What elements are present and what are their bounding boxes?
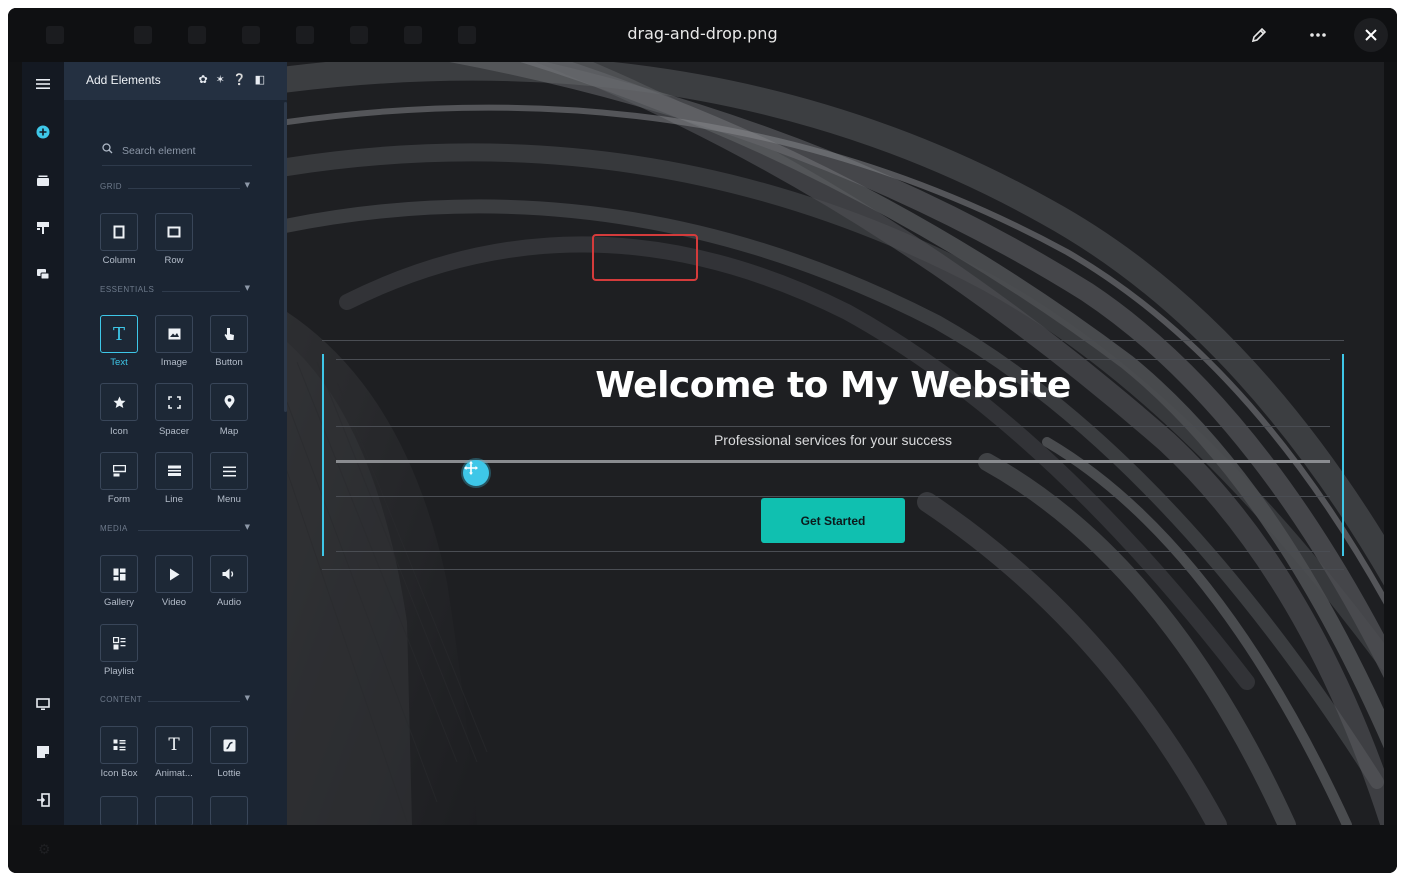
- search-input[interactable]: [122, 142, 250, 160]
- caret-down-icon: ▼: [244, 523, 250, 531]
- tile-label: Map: [219, 426, 239, 437]
- panel-toggle-icon[interactable]: ◧: [255, 73, 265, 86]
- tile-label: Animat...: [155, 768, 193, 779]
- tile-label: Row: [164, 255, 184, 266]
- hero-headline[interactable]: Welcome to My Website: [287, 365, 1379, 406]
- menu-icon[interactable]: [210, 452, 248, 490]
- get-started-button[interactable]: Get Started: [761, 498, 905, 543]
- panel-header: Add Elements ✿ ✶ ❔ ◧: [64, 62, 287, 100]
- section-essentials[interactable]: ESSENTIALS ▼: [100, 284, 250, 297]
- exit-icon[interactable]: [33, 790, 53, 810]
- tile-label: Form: [107, 494, 131, 505]
- gallery-icon[interactable]: [100, 555, 138, 593]
- map-pin-icon[interactable]: [210, 383, 248, 421]
- divider: [138, 530, 240, 531]
- section-label: CONTENT: [100, 695, 143, 704]
- add-circle-icon[interactable]: [33, 122, 53, 142]
- layers-icon[interactable]: [33, 170, 53, 190]
- caret-down-icon: ▼: [244, 694, 250, 702]
- image-icon[interactable]: [155, 315, 193, 353]
- tile-label: Playlist: [103, 666, 135, 677]
- divider: [148, 701, 240, 702]
- drop-target-highlight: [592, 234, 698, 281]
- file-title: drag-and-drop.png: [627, 24, 778, 43]
- ellipsis-icon[interactable]: [1304, 21, 1332, 49]
- pencil-icon[interactable]: [1245, 21, 1273, 49]
- tile-label: Menu: [217, 494, 241, 505]
- lottie-icon[interactable]: [210, 726, 248, 764]
- tile-label: Text: [110, 357, 128, 368]
- paint-icon[interactable]: [33, 218, 53, 238]
- star-icon[interactable]: [100, 383, 138, 421]
- tile-label: Gallery: [103, 597, 135, 608]
- ghost-icon: ⚙: [38, 841, 51, 857]
- caret-down-icon: ▼: [244, 181, 250, 189]
- section-media[interactable]: MEDIA ▼: [100, 523, 250, 536]
- tile-label: Icon Box: [100, 768, 138, 779]
- guide-line: [336, 551, 1330, 552]
- guide-line: [336, 359, 1330, 360]
- section-label: GRID: [100, 182, 122, 191]
- tile-label: Icon: [110, 426, 128, 437]
- tile-label: Spacer: [158, 426, 190, 437]
- help-icon[interactable]: ❔: [233, 73, 247, 86]
- close-button[interactable]: [1354, 18, 1388, 52]
- panel-title: Add Elements: [86, 73, 161, 87]
- play-icon[interactable]: [155, 555, 193, 593]
- guide-line: [336, 496, 1330, 497]
- guide-line: [336, 426, 1330, 427]
- divider: [128, 188, 240, 189]
- close-icon: [1365, 29, 1377, 41]
- column-icon[interactable]: [100, 213, 138, 251]
- search-icon: [102, 143, 113, 157]
- speaker-icon[interactable]: [210, 555, 248, 593]
- section-content[interactable]: CONTENT ▼: [100, 694, 250, 707]
- unpin-icon[interactable]: ✿: [198, 73, 207, 86]
- hero-subheading[interactable]: Professional services for your success: [287, 432, 1379, 448]
- comments-icon[interactable]: [33, 265, 53, 285]
- playlist-icon[interactable]: [100, 624, 138, 662]
- tile-label: Line: [165, 494, 183, 505]
- editor-app: Add Elements ✿ ✶ ❔ ◧ GRID ▼: [22, 62, 1384, 826]
- text-icon[interactable]: T: [100, 315, 138, 353]
- guide-line: [322, 340, 1344, 341]
- section-label: ESSENTIALS: [100, 285, 155, 294]
- section-label: MEDIA: [100, 524, 128, 533]
- icon-box-icon[interactable]: [100, 726, 138, 764]
- tile-label: Audio: [216, 597, 242, 608]
- move-handle-icon[interactable]: [463, 460, 489, 486]
- partial-tile: [210, 796, 248, 826]
- viewer-footer: ⚙: [8, 825, 1397, 873]
- animated-text-icon[interactable]: T: [155, 726, 193, 764]
- hamburger-icon[interactable]: [33, 74, 53, 94]
- line-icon[interactable]: [155, 452, 193, 490]
- tile-label: Video: [161, 597, 187, 608]
- desktop-icon[interactable]: [33, 694, 53, 714]
- tile-label: Column: [102, 255, 136, 266]
- section-grid[interactable]: GRID ▼: [100, 181, 250, 194]
- spacer-icon[interactable]: [155, 383, 193, 421]
- tile-label: Button: [215, 357, 243, 368]
- partial-tile: [100, 796, 138, 826]
- pin-icon[interactable]: ✶: [216, 73, 225, 86]
- guide-line: [322, 569, 1344, 570]
- search-field: [102, 140, 252, 166]
- button-icon[interactable]: [210, 315, 248, 353]
- tile-label: Image: [160, 357, 188, 368]
- page-canvas[interactable]: Welcome to My Website Professional servi…: [287, 62, 1384, 825]
- form-icon[interactable]: [100, 452, 138, 490]
- tile-label: Lottie: [217, 768, 241, 779]
- row-icon[interactable]: [155, 213, 193, 251]
- caret-down-icon: ▼: [244, 284, 250, 292]
- drop-indicator-line: [336, 460, 1330, 463]
- viewer-toolbar: drag-and-drop.png: [8, 8, 1397, 62]
- notes-icon[interactable]: [33, 742, 53, 762]
- partial-tile: [155, 796, 193, 826]
- editor-rail: [22, 62, 64, 825]
- viewer-window: drag-and-drop.png Add Elements ✿ ✶ ❔ ◧ S…: [8, 8, 1397, 873]
- divider: [162, 291, 240, 292]
- add-elements-panel: Add Elements ✿ ✶ ❔ ◧ GRID ▼: [64, 62, 287, 826]
